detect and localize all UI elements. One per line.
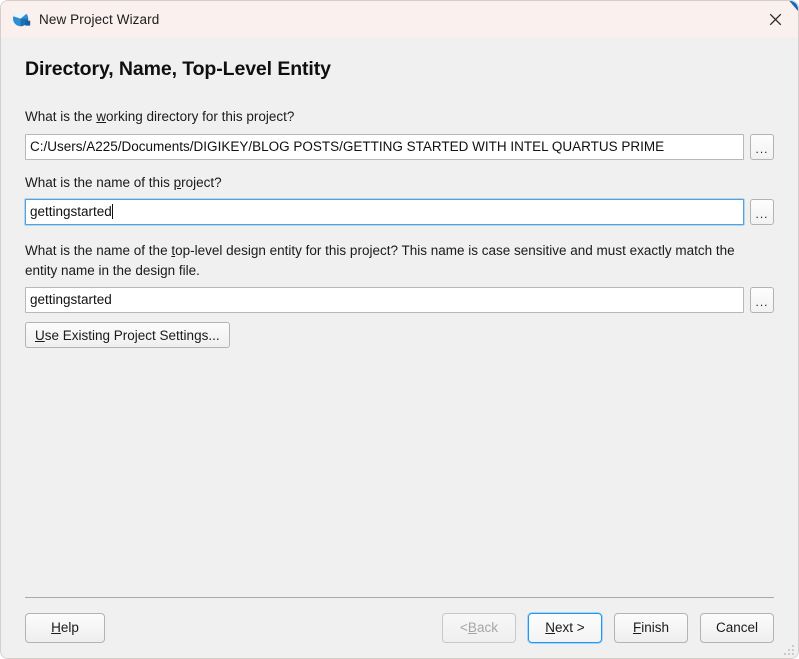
- finish-mnemonic: F: [633, 620, 641, 635]
- help-label: elp: [61, 620, 79, 635]
- project-name-field-row: gettingstarted ...: [25, 199, 774, 225]
- text-cursor: [112, 204, 113, 219]
- window-title: New Project Wizard: [39, 12, 159, 27]
- finish-label: inish: [641, 620, 669, 635]
- back-prefix: <: [460, 620, 468, 635]
- back-button[interactable]: < Back: [442, 613, 516, 643]
- project-name-question-mnemonic: p: [174, 175, 182, 190]
- next-mnemonic: N: [545, 620, 555, 635]
- project-name-question-label: What is the name of this project?: [25, 173, 774, 193]
- page-title: Directory, Name, Top-Level Entity: [25, 58, 774, 81]
- next-button[interactable]: Next >: [528, 613, 602, 643]
- project-name-question-pre: What is the name of this: [25, 175, 174, 190]
- project-name-question-post: roject?: [181, 175, 222, 190]
- dialog-footer: Help < Back Next > Finish Cancel: [1, 597, 798, 658]
- back-mnemonic: B: [468, 620, 477, 635]
- help-button[interactable]: Help: [25, 613, 105, 643]
- resize-grip[interactable]: [781, 642, 794, 655]
- quartus-globe-icon: [11, 9, 31, 29]
- directory-browse-button[interactable]: ...: [750, 134, 774, 160]
- top-level-entity-question-pre: What is the name of the: [25, 243, 171, 258]
- footer-separator: [25, 597, 774, 598]
- use-existing-mnemonic: U: [35, 328, 45, 343]
- directory-input[interactable]: C:/Users/A225/Documents/DIGIKEY/BLOG POS…: [25, 134, 744, 160]
- new-project-wizard-window: New Project Wizard Directory, Name, Top-…: [0, 0, 799, 659]
- top-level-entity-field-row: gettingstarted ...: [25, 287, 774, 313]
- top-level-entity-browse-button[interactable]: ...: [750, 287, 774, 313]
- use-existing-project-settings-button[interactable]: Use Existing Project Settings...: [25, 322, 230, 348]
- directory-question-label: What is the working directory for this p…: [25, 107, 774, 127]
- close-icon[interactable]: [752, 1, 798, 37]
- project-name-browse-button[interactable]: ...: [750, 199, 774, 225]
- directory-question-mnemonic: w: [96, 109, 106, 124]
- project-name-input[interactable]: gettingstarted: [25, 199, 744, 225]
- project-name-value: gettingstarted: [30, 204, 112, 219]
- wizard-content: Directory, Name, Top-Level Entity What i…: [1, 37, 798, 597]
- use-existing-label: se Existing Project Settings...: [45, 328, 220, 343]
- directory-question-post: orking directory for this project?: [106, 109, 294, 124]
- next-label: ext >: [555, 620, 585, 635]
- back-label: ack: [477, 620, 498, 635]
- cancel-button[interactable]: Cancel: [700, 613, 774, 643]
- directory-field-row: C:/Users/A225/Documents/DIGIKEY/BLOG POS…: [25, 134, 774, 160]
- top-level-entity-question-label: What is the name of the top-level design…: [25, 241, 770, 280]
- use-existing-settings-row: Use Existing Project Settings...: [25, 322, 774, 348]
- title-bar: New Project Wizard: [1, 1, 798, 37]
- help-mnemonic: H: [51, 620, 61, 635]
- footer-button-group: < Back Next > Finish Cancel: [442, 613, 774, 643]
- directory-question-pre: What is the: [25, 109, 96, 124]
- top-level-entity-input[interactable]: gettingstarted: [25, 287, 744, 313]
- finish-button[interactable]: Finish: [614, 613, 688, 643]
